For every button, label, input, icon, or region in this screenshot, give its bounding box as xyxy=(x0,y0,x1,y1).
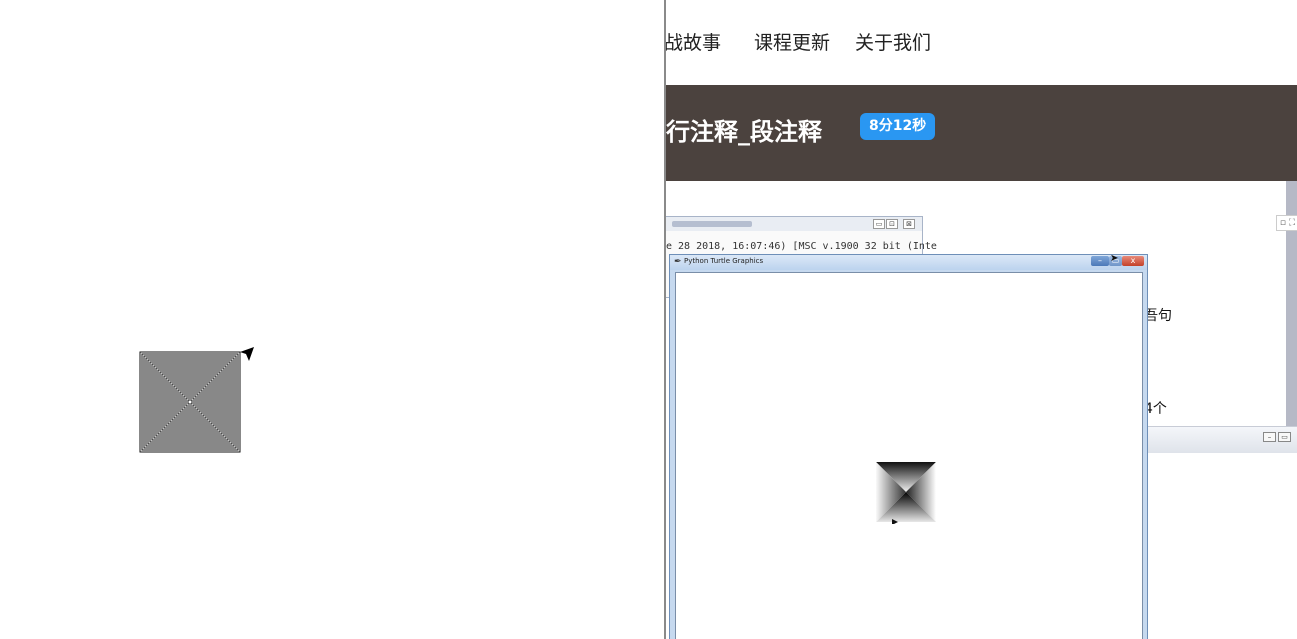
turtle-graphics-window[interactable]: ✒ Python Turtle Graphics – ▭ x ➤ xyxy=(669,253,1148,639)
left-turtle-canvas xyxy=(0,0,665,639)
browser-page: 战故事 课程更新 关于我们 行注释_段注释 8分12秒 ▫ ⛶ 吾句 4个 – … xyxy=(666,0,1297,639)
turtle-close-button[interactable]: x xyxy=(1122,256,1144,266)
minimize-icon[interactable]: – xyxy=(1263,432,1276,442)
nav-item-about-us[interactable]: 关于我们 xyxy=(855,28,931,55)
shell-maximize-icon[interactable]: ⊡ xyxy=(886,219,898,229)
turtle-drawing-canvas[interactable] xyxy=(675,272,1143,639)
lesson-title: 行注释_段注释 xyxy=(666,118,822,146)
maximize-icon[interactable]: ▭ xyxy=(1278,432,1291,442)
gradient-square-drawing xyxy=(876,462,936,524)
top-navigation: 战故事 课程更新 关于我们 xyxy=(666,0,1297,84)
shell-title-blur xyxy=(672,221,752,227)
background-window-edge: – ▭ xyxy=(1145,426,1297,453)
spiral-lines xyxy=(139,351,241,453)
duration-badge: 8分12秒 xyxy=(860,113,936,140)
shell-output-line: e 28 2018, 16:07:46) [MSC v.1900 32 bit … xyxy=(666,241,937,252)
nav-item-course-updates[interactable]: 课程更新 xyxy=(754,28,830,55)
lesson-header: 行注释_段注释 8分12秒 xyxy=(666,85,1297,181)
shell-close-icon[interactable]: ⊠ xyxy=(903,219,915,229)
page-text-fragment: 吾句 xyxy=(1144,308,1172,324)
mouse-cursor-icon: ➤ xyxy=(1110,253,1119,264)
feather-icon: ✒ xyxy=(674,257,682,267)
square-spiral-drawing xyxy=(139,347,254,453)
fullscreen-icon[interactable]: ▫ ⛶ xyxy=(1276,215,1297,231)
shell-minimize-icon[interactable]: ▭ xyxy=(873,219,885,229)
shell-titlebar[interactable]: ▭ ⊡ ⊠ xyxy=(666,217,922,231)
turtle-arrow-icon xyxy=(240,347,254,361)
nav-item-stories[interactable]: 战故事 xyxy=(666,28,721,55)
turtle-minimize-button[interactable]: – xyxy=(1091,256,1109,266)
turtle-window-title: Python Turtle Graphics xyxy=(684,257,764,265)
turtle-window-titlebar[interactable]: ✒ Python Turtle Graphics – ▭ x ➤ xyxy=(670,253,1147,270)
